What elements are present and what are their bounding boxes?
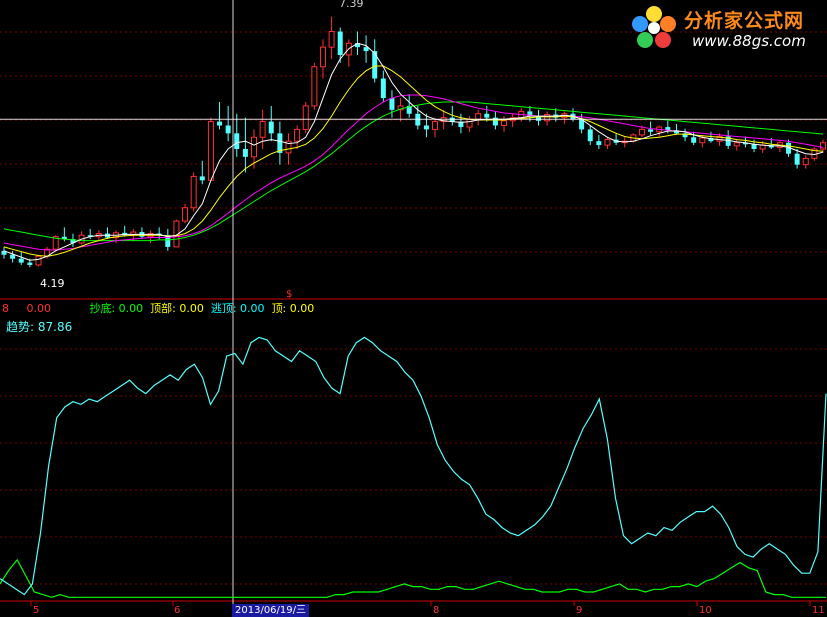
candle-body-down <box>691 137 697 143</box>
candle-body-down <box>389 98 395 110</box>
candle-body-up <box>294 128 301 142</box>
time-tick-0: 5 <box>33 605 40 616</box>
candle-body-up <box>475 113 482 120</box>
candle-body-up <box>699 137 706 144</box>
candle-body-up <box>319 46 326 68</box>
candle-body-down <box>380 78 386 99</box>
candle-body-down <box>751 144 757 149</box>
candle-body-down <box>217 121 223 126</box>
candle-body-up <box>820 142 826 150</box>
low-price-label: 4.19 <box>40 277 65 290</box>
candle-body-down <box>794 153 800 165</box>
time-tick-2: 8 <box>433 605 440 616</box>
candle-body-up <box>733 142 740 147</box>
cursor-date-label: 2013/06/19/三 <box>232 604 310 617</box>
candle-body-up <box>35 255 42 266</box>
time-tick-3: 9 <box>576 605 583 616</box>
candle-body-down <box>225 125 231 134</box>
candle-body-down <box>268 121 274 134</box>
candle-body-down <box>27 262 33 265</box>
trend-indicator-line <box>0 336 827 596</box>
indicator-value-4: 逃顶: 0.00 <box>210 302 265 315</box>
candle-body-down <box>337 31 343 55</box>
candle-body-up <box>501 120 508 127</box>
signal-marker: $ <box>286 289 292 300</box>
candle-body-down <box>372 51 378 79</box>
candle-body-down <box>423 125 429 130</box>
candle-body-up <box>328 31 335 48</box>
indicator-value-2: 抄底: 0.00 <box>89 302 144 315</box>
indicator-value-0: 8 <box>2 302 9 315</box>
candle-body-down <box>10 254 16 259</box>
high-price-label: 7.39 <box>339 0 364 10</box>
candle-body-down <box>234 133 240 149</box>
candle-body-down <box>587 129 593 142</box>
candle-body-up <box>544 114 551 122</box>
candle-body-down <box>648 129 654 132</box>
candle-body-up <box>466 118 473 128</box>
secondary-indicator-line <box>0 558 826 598</box>
candle-body-up <box>259 121 266 138</box>
indicator-value-line: 8 0.00 抄底: 0.00 顶部: 0.00 逃顶: 0.00 顶: 0.0… <box>2 300 314 316</box>
candle-body-up <box>638 128 645 136</box>
candle-body-down <box>596 141 602 146</box>
time-tick-4: 10 <box>699 605 712 616</box>
logo-url: www.88gs.com <box>692 32 806 50</box>
candle-body-down <box>18 258 24 263</box>
candle-body-up <box>302 105 309 130</box>
candle-body-up <box>190 175 197 209</box>
indicator-value-5: 顶: 0.00 <box>271 302 315 315</box>
candle-body-down <box>199 176 205 181</box>
ma-longest-line <box>3 101 824 242</box>
candle-body-down <box>242 149 248 157</box>
time-tick-1: 6 <box>174 605 181 616</box>
indicator-title: 趋势: 87.86 <box>6 320 73 334</box>
candle-body-up <box>432 121 439 130</box>
candle-body-up <box>802 157 809 166</box>
candle-body-up <box>311 66 318 107</box>
ma-long-line <box>3 94 824 251</box>
indicator-value-1: 0.00 <box>26 302 51 315</box>
candle-body-up <box>604 139 611 146</box>
site-logo[interactable]: 分析家公式网 www.88gs.com <box>628 4 824 54</box>
time-tick-5: 11 <box>812 605 825 616</box>
candle-body-up <box>182 207 189 222</box>
logo-title: 分析家公式网 <box>684 10 805 32</box>
candle-body-up <box>207 121 214 181</box>
indicator-value-3: 顶部: 0.00 <box>150 302 204 315</box>
flower-logo-icon <box>632 6 676 48</box>
candle-body-down <box>484 113 490 118</box>
candle-body-up <box>251 136 258 158</box>
